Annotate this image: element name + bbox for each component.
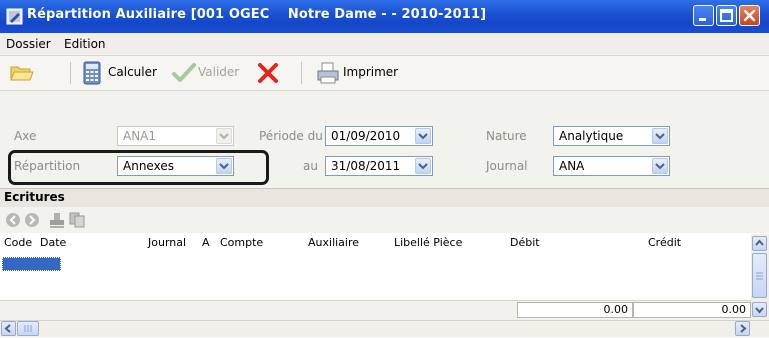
calculer-button[interactable]: Calculer (108, 65, 157, 79)
nature-label: Nature (486, 129, 527, 143)
checkmark-icon[interactable] (172, 62, 196, 87)
periode-du-value: 01/09/2010 (331, 129, 401, 143)
periode-du-label: Période du (259, 129, 323, 143)
chevron-down-icon[interactable] (652, 128, 668, 144)
copy-icon[interactable] (68, 211, 86, 232)
stamp-icon[interactable] (48, 211, 66, 232)
scroll-down-icon[interactable] (752, 302, 767, 317)
window-title: Répartition Auxiliaire [001 OGEC Notre D… (27, 7, 487, 22)
axe-label: Axe (14, 129, 37, 143)
scroll-left-icon[interactable] (1, 321, 16, 336)
column-header-a[interactable]: A (202, 236, 210, 249)
scroll-up-icon[interactable] (752, 236, 767, 251)
imprimer-button[interactable]: Imprimer (343, 65, 398, 79)
printer-icon[interactable] (316, 61, 340, 88)
total-debit: 0.00 (517, 302, 633, 318)
au-value: 31/08/2011 (331, 159, 401, 173)
total-credit: 0.00 (633, 302, 751, 318)
journal-select[interactable]: ANA (553, 156, 670, 176)
axe-value: ANA1 (123, 129, 157, 143)
toolbar-separator (70, 62, 71, 84)
chevron-down-icon (216, 128, 232, 144)
chevron-down-icon[interactable] (652, 158, 668, 174)
chevron-down-icon[interactable] (415, 158, 431, 174)
highlight-annotation (8, 150, 269, 185)
menu-dossier[interactable]: Dossier (6, 37, 51, 51)
journal-label: Journal (486, 159, 528, 173)
valider-button[interactable]: Valider (198, 65, 239, 79)
column-header-date[interactable]: Date (40, 236, 66, 249)
au-date-field[interactable]: 31/08/2011 (325, 156, 433, 176)
app-window-icon (6, 8, 23, 25)
calculator-icon[interactable] (83, 61, 101, 88)
toolbar-separator (301, 62, 302, 84)
column-header-compte[interactable]: Compte (220, 236, 263, 249)
grid-toolbar (0, 207, 769, 233)
open-folder-icon[interactable] (10, 63, 34, 86)
cancel-x-icon[interactable] (256, 61, 280, 88)
horizontal-scroll-thumb[interactable] (17, 321, 39, 336)
close-button[interactable] (739, 5, 760, 26)
nature-value: Analytique (559, 129, 624, 143)
horizontal-scrollbar[interactable] (0, 320, 769, 337)
column-header-libelle-piece[interactable]: Libellé Pièce (394, 236, 462, 249)
previous-arrow-icon[interactable] (5, 212, 21, 231)
minimize-button[interactable] (693, 5, 714, 26)
column-header-debit[interactable]: Débit (510, 236, 540, 249)
column-header-journal[interactable]: Journal (148, 236, 186, 249)
scroll-thumb[interactable] (752, 253, 767, 298)
maximize-button[interactable] (716, 5, 737, 26)
scroll-right-icon[interactable] (735, 321, 750, 336)
ecritures-title: Ecritures (4, 190, 65, 204)
next-arrow-icon[interactable] (24, 212, 40, 231)
nature-select[interactable]: Analytique (553, 126, 670, 146)
selected-cell[interactable] (2, 257, 61, 271)
chevron-down-icon[interactable] (415, 128, 431, 144)
column-header-auxiliaire[interactable]: Auxiliaire (308, 236, 359, 249)
au-label: au (303, 159, 318, 173)
menu-edition[interactable]: Edition (64, 37, 106, 51)
column-header-credit[interactable]: Crédit (648, 236, 681, 249)
periode-du-date-field[interactable]: 01/09/2010 (325, 126, 433, 146)
axe-select: ANA1 (117, 126, 234, 146)
menu-bar (0, 33, 769, 56)
journal-value: ANA (559, 159, 585, 173)
column-header-code[interactable]: Code (4, 236, 32, 249)
ecritures-section-header: Ecritures (0, 188, 769, 208)
